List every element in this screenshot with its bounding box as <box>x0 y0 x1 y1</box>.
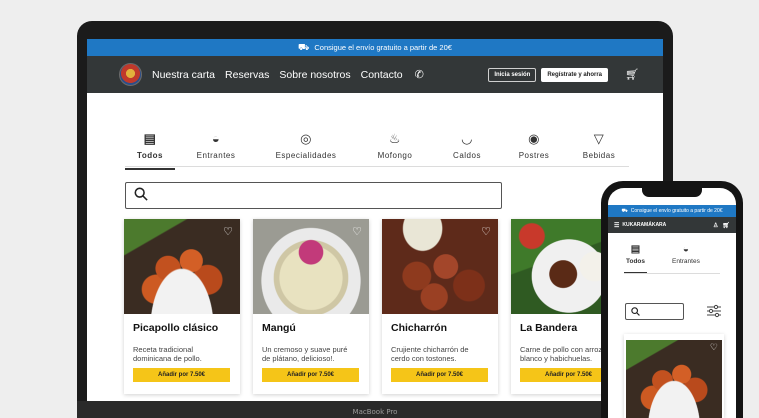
laptop-brand-label: MacBook Pro <box>352 408 398 416</box>
plate-icon: ◎ <box>300 131 312 146</box>
menu-book-icon: ▤ <box>630 244 641 255</box>
ice-cream-icon: ◉ <box>528 131 540 146</box>
login-button[interactable]: Inicia sesión <box>488 67 537 82</box>
truck-icon: ⛟ <box>298 41 310 52</box>
product-description: Receta tradicional dominicana de pollo. <box>133 345 202 364</box>
tab-entrantes[interactable]: ◒ Entrantes <box>175 131 257 166</box>
product-card-chicharron[interactable]: ♡ Chicharrón Crujiente chicharrón de cerd… <box>382 219 498 394</box>
tab-especialidades[interactable]: ◎ Especialidades <box>257 131 355 166</box>
promo-text: Consigue el envío gratuito a partir de 2… <box>314 43 452 52</box>
mobile-brand: KUKARAMÁKARA <box>622 222 667 228</box>
add-to-cart-button[interactable]: Añadir por 7.50€ <box>133 368 230 382</box>
heart-icon[interactable]: ♡ <box>223 225 233 238</box>
tab-todos[interactable]: ▤ Todos <box>125 131 175 170</box>
cocktail-icon: ▽ <box>593 131 605 146</box>
phone-icon[interactable]: ✆ <box>415 68 424 81</box>
product-name: Mangú <box>262 322 296 334</box>
mobile-category-tabs: ▤ Todos ◒ Entrantes <box>623 243 720 274</box>
promo-banner: ⛟ Consigue el envío gratuito a partir de… <box>87 39 663 56</box>
mobile-tab-todos[interactable]: ▤ Todos <box>623 243 648 273</box>
product-description: Crujiente chicharrón de cerdo con tostone… <box>391 345 469 364</box>
nav-link-nosotros[interactable]: Sobre nosotros <box>279 69 350 81</box>
laptop-mockup: ⛟ Consigue el envío gratuito a partir de… <box>77 21 673 418</box>
heart-icon[interactable]: ♡ <box>352 225 362 238</box>
tab-caldos[interactable]: ◡ Caldos <box>435 131 499 166</box>
laptop-base: MacBook Pro <box>77 401 673 418</box>
phone-screen: ⛟ Consigue el envío gratuito a partir de… <box>608 188 736 418</box>
mobile-promo-text: Consigue el envío gratuito a partir de 2… <box>630 208 723 214</box>
laptop-screen: ⛟ Consigue el envío gratuito a partir de… <box>87 39 663 401</box>
mobile-promo-banner: ⛟ Consigue el envío gratuito a partir de… <box>608 205 736 217</box>
search-icon <box>134 187 148 201</box>
add-to-cart-button[interactable]: Añadir por 7.50€ <box>391 368 488 382</box>
mobile-product-card[interactable]: ♡ <box>624 334 724 418</box>
product-card-picapollo[interactable]: ♡ Picapollo clásico Receta tradicional do… <box>124 219 240 394</box>
product-image <box>626 340 722 418</box>
mobile-search-input[interactable] <box>625 303 684 320</box>
heart-icon[interactable]: ♡ <box>710 342 718 353</box>
nav-link-reservas[interactable]: Reservas <box>225 69 269 81</box>
tab-mofongo[interactable]: ♨ Mofongo <box>355 131 435 166</box>
product-image: ♡ <box>382 219 498 314</box>
phone-mockup: ⛟ Consigue el envío gratuito a partir de… <box>601 181 743 418</box>
soup-icon: ◡ <box>461 131 473 146</box>
product-description: Un cremoso y suave puré de plátano, delic… <box>262 345 348 364</box>
register-button[interactable]: Regístrate y ahorra <box>541 67 609 82</box>
tab-bebidas[interactable]: ▽ Bebidas <box>569 131 629 166</box>
mobile-navbar: ☰ KUKARAMÁKARA ♙ 🛒︎ <box>608 217 736 233</box>
nav-link-contacto[interactable]: Contacto <box>361 69 403 81</box>
cart-icon[interactable]: 🛒︎ <box>722 222 730 229</box>
category-tabs: ▤ Todos ◒ Entrantes ◎ Especialidades ♨ M… <box>125 131 629 170</box>
pot-icon: ♨ <box>388 131 402 146</box>
tab-postres[interactable]: ◉ Postres <box>499 131 569 166</box>
restaurant-logo[interactable] <box>119 63 142 86</box>
product-image: ♡ <box>124 219 240 314</box>
add-to-cart-button[interactable]: Añadir por 7.50€ <box>262 368 359 382</box>
heart-icon[interactable]: ♡ <box>481 225 491 238</box>
product-card-mangu[interactable]: ♡ Mangú Un cremoso y suave puré de plátan… <box>253 219 369 394</box>
product-name: Picapollo clásico <box>133 322 219 334</box>
main-navbar: Nuestra carta Reservas Sobre nosotros Co… <box>87 56 663 93</box>
hamburger-menu-icon[interactable]: ☰ <box>614 222 619 229</box>
cart-icon[interactable]: 🛒︎ <box>625 68 639 81</box>
bowl-icon: ◒ <box>211 131 221 146</box>
menu-book-icon: ▤ <box>143 131 157 146</box>
mobile-tab-entrantes[interactable]: ◒ Entrantes <box>672 243 700 265</box>
search-icon <box>631 307 640 316</box>
truck-icon: ⛟ <box>621 207 628 214</box>
phone-notch <box>642 188 702 197</box>
search-input[interactable] <box>125 182 502 209</box>
product-name: Chicharrón <box>391 322 448 334</box>
bowl-icon: ◒ <box>682 244 689 255</box>
product-image: ♡ <box>253 219 369 314</box>
nav-link-carta[interactable]: Nuestra carta <box>152 69 215 81</box>
user-icon[interactable]: ♙ <box>713 222 718 229</box>
filter-sliders-icon[interactable] <box>706 303 722 319</box>
